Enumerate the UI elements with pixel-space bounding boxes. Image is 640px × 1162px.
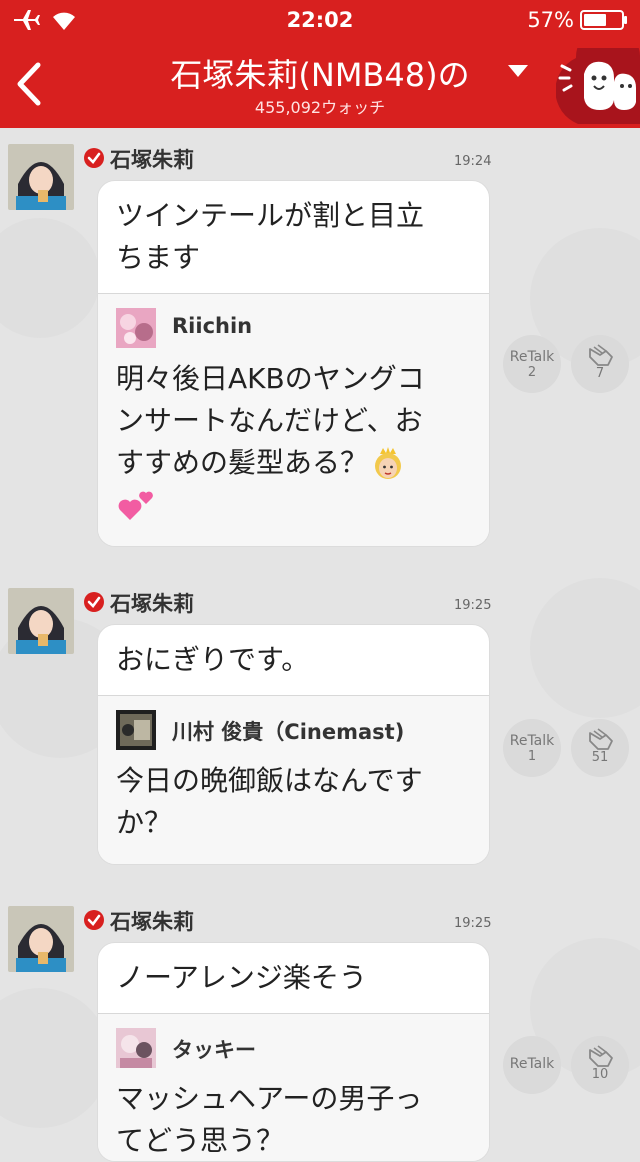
- retalk-count: 2: [527, 365, 537, 380]
- clap-count: 7: [595, 366, 605, 381]
- question-line: すすめの髪型ある？: [116, 446, 369, 479]
- message-item: 石塚朱莉 19:25 ノーアレンジ楽そう タッキー マッシュヘアーの男子っ てど…: [0, 890, 640, 1162]
- questioner-name[interactable]: Riichin: [172, 314, 252, 338]
- verified-badge-icon: [84, 910, 104, 930]
- questioner-avatar[interactable]: [116, 1028, 156, 1068]
- quoted-question: 川村 俊貴（Cinemast) 今日の晩御飯はなんです か？: [98, 695, 489, 864]
- battery-percent: 57%: [527, 8, 574, 32]
- question-line: か？: [116, 806, 173, 839]
- clap-button[interactable]: 10: [571, 1036, 629, 1094]
- quoted-question: タッキー マッシュヘアーの男子っ てどう思う？: [98, 1013, 489, 1161]
- message-time: 19:24: [454, 154, 492, 169]
- question-text: 今日の晩御飯はなんです か？: [116, 760, 469, 844]
- watch-count: 455,092ウォッチ: [254, 98, 386, 117]
- top-bar: 22:02 57% 石塚朱莉(NMB48)の 455,092ウォッチ: [0, 0, 640, 128]
- verified-badge-icon: [84, 592, 104, 612]
- retalk-label: ReTalk: [509, 733, 555, 749]
- page-title[interactable]: 石塚朱莉(NMB48)の: [120, 50, 520, 96]
- avatar[interactable]: [8, 906, 74, 972]
- retalk-button[interactable]: ReTalk 1: [503, 719, 561, 777]
- question-line: 今日の晩御飯はなんです: [116, 764, 423, 797]
- princess-emoji-icon: [375, 447, 402, 479]
- battery-icon: [580, 10, 627, 30]
- reply-line: ノーアレンジ楽そう: [116, 961, 367, 994]
- clap-count: 51: [591, 750, 609, 765]
- retalk-count: 1: [527, 749, 537, 764]
- avatar[interactable]: [8, 144, 74, 210]
- status-bar: 22:02 57%: [0, 0, 640, 40]
- question-text: 明々後日AKBのヤングコ ンサートなんだけど、お すすめの髪型ある？: [116, 358, 469, 526]
- questioner-name[interactable]: タッキー: [172, 1034, 256, 1064]
- verified-badge-icon: [84, 148, 104, 168]
- author-name[interactable]: 石塚朱莉: [110, 144, 194, 174]
- author-name[interactable]: 石塚朱莉: [110, 588, 194, 618]
- retalk-button[interactable]: ReTalk: [503, 1036, 561, 1094]
- quoted-question: Riichin 明々後日AKBのヤングコ ンサートなんだけど、お すすめの髪型あ…: [98, 293, 489, 546]
- question-line: てどう思う？: [116, 1124, 285, 1157]
- back-chevron-icon[interactable]: [14, 62, 42, 106]
- avatar[interactable]: [8, 588, 74, 654]
- clap-count: 10: [591, 1067, 609, 1082]
- reply-text: ノーアレンジ楽そう: [98, 943, 489, 1013]
- clap-hands-icon: [589, 1045, 613, 1067]
- reply-text: おにぎりです。: [98, 625, 489, 695]
- clap-hands-icon: [589, 344, 613, 366]
- retalk-button[interactable]: ReTalk 2: [503, 335, 561, 393]
- message-bubble[interactable]: おにぎりです。 川村 俊貴（Cinemast) 今日の晩御飯はなんです か？: [97, 624, 490, 865]
- reply-line: ツインテールが割と目立: [116, 199, 425, 232]
- author-name[interactable]: 石塚朱莉: [110, 906, 194, 936]
- question-text: マッシュヘアーの男子っ てどう思う？: [116, 1078, 469, 1161]
- message-item: 石塚朱莉 19:25 おにぎりです。 川村 俊貴（Cinemast) 今日の晩御…: [0, 572, 640, 882]
- clap-button[interactable]: 51: [571, 719, 629, 777]
- clap-hands-icon: [589, 728, 613, 750]
- retalk-label: ReTalk: [509, 1056, 555, 1072]
- message-bubble[interactable]: ノーアレンジ楽そう タッキー マッシュヘアーの男子っ てどう思う？: [97, 942, 490, 1162]
- question-line: ンサートなんだけど、お: [116, 404, 423, 437]
- message-bubble[interactable]: ツインテールが割と目立 ちます Riichin 明々後日AKBのヤングコ ンサー…: [97, 180, 490, 547]
- two-hearts-emoji-icon: [118, 491, 153, 520]
- message-item: 石塚朱莉 19:24 ツインテールが割と目立 ちます Riichin 明々後日A…: [0, 128, 640, 568]
- message-time: 19:25: [454, 916, 492, 931]
- question-line: 明々後日AKBのヤングコ: [116, 362, 425, 395]
- dropdown-arrow-icon[interactable]: [507, 64, 529, 78]
- retalk-label: ReTalk: [509, 349, 555, 365]
- questioner-avatar[interactable]: [116, 710, 156, 750]
- reply-line: ちます: [116, 241, 201, 274]
- questioner-avatar[interactable]: [116, 308, 156, 348]
- question-line: マッシュヘアーの男子っ: [116, 1082, 423, 1115]
- message-time: 19:25: [454, 598, 492, 613]
- reply-line: おにぎりです。: [116, 643, 310, 676]
- clap-button[interactable]: 7: [571, 335, 629, 393]
- mascot-icon[interactable]: [556, 48, 640, 124]
- questioner-name[interactable]: 川村 俊貴（Cinemast): [172, 716, 404, 746]
- reply-text: ツインテールが割と目立 ちます: [98, 181, 489, 293]
